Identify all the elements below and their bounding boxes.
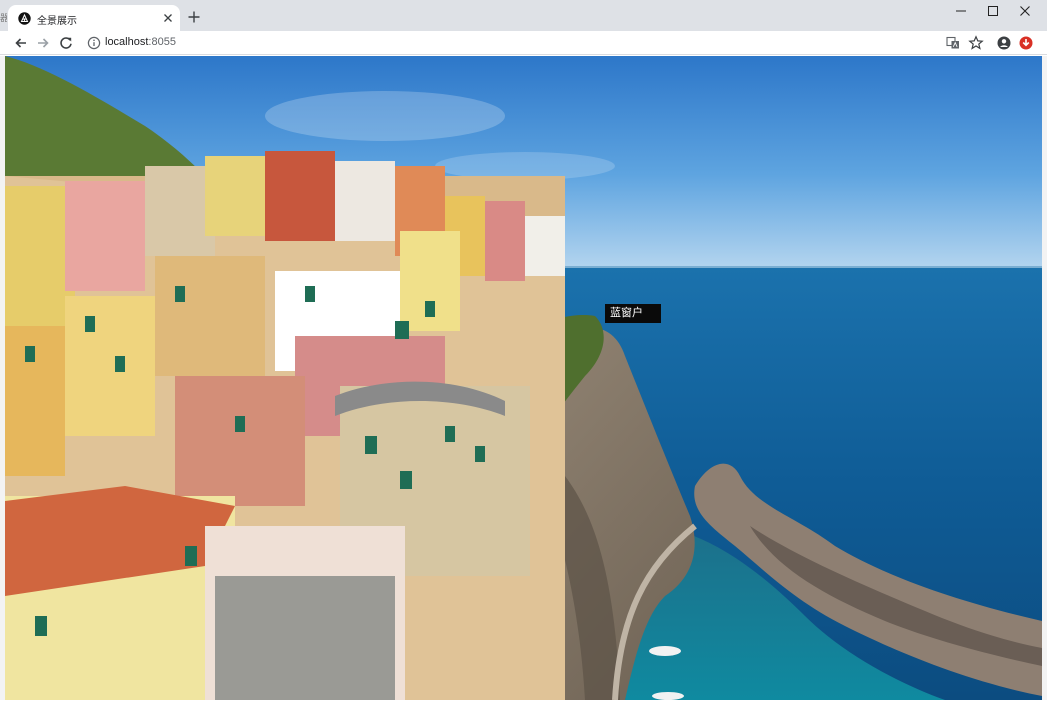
browser-titlebar: 器 全景展示: [0, 0, 1047, 32]
browser-toolbar: localhost:8055: [0, 31, 1047, 55]
info-icon[interactable]: [87, 36, 101, 50]
village-buildings: [5, 151, 565, 700]
new-tab-plus-icon[interactable]: [185, 8, 203, 26]
window-right-edge: [1042, 56, 1047, 705]
extension-icon[interactable]: [1017, 34, 1035, 52]
boat: [652, 692, 684, 700]
cloud: [265, 91, 505, 141]
tab-close-icon[interactable]: [160, 10, 176, 26]
window-bottom-edge: [0, 700, 1047, 705]
minimize-icon[interactable]: [945, 0, 977, 22]
panorama-scene[interactable]: [5, 56, 1042, 700]
cloud: [435, 152, 615, 180]
profile-icon[interactable]: [995, 34, 1013, 52]
threejs-logo-icon: [18, 12, 31, 25]
close-icon[interactable]: [1009, 0, 1041, 22]
tab-title: 全景展示: [37, 16, 77, 27]
translate-icon[interactable]: [944, 34, 962, 52]
url-port: :8055: [148, 36, 176, 48]
address-bar[interactable]: localhost:8055: [80, 32, 990, 54]
panorama-viewport[interactable]: [5, 56, 1042, 700]
hotspot-label[interactable]: 蓝窗户: [605, 304, 661, 323]
url-text: localhost:8055: [105, 36, 176, 48]
star-icon[interactable]: [967, 34, 985, 52]
boat: [649, 646, 681, 656]
tab-active[interactable]: 全景展示: [8, 5, 180, 32]
forward-arrow-icon[interactable]: [34, 34, 52, 52]
url-host: localhost: [105, 36, 149, 48]
background-window-sliver: 器: [0, 13, 7, 23]
reload-icon[interactable]: [57, 34, 75, 52]
maximize-icon[interactable]: [977, 0, 1009, 22]
back-arrow-icon[interactable]: [12, 34, 30, 52]
